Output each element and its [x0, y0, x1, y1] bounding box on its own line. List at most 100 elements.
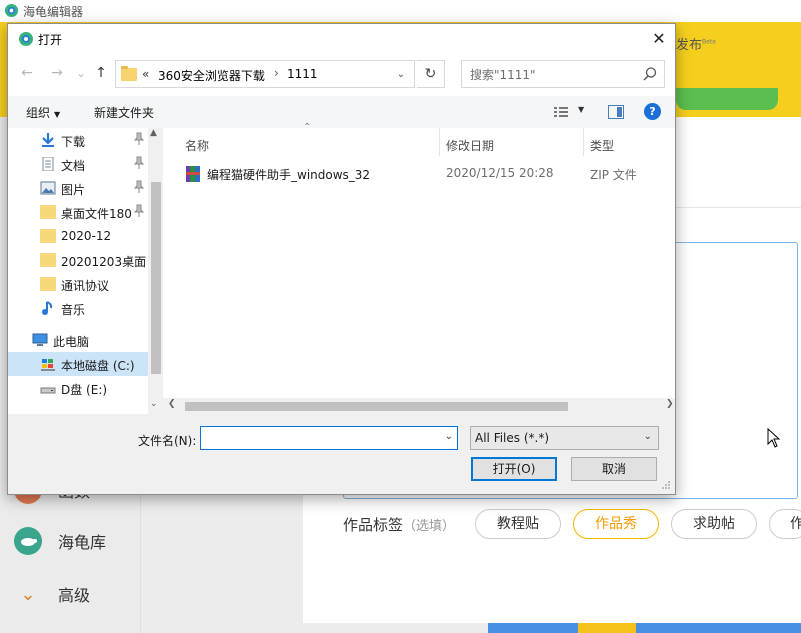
nav-item-label: 图片 [61, 183, 86, 197]
tags-label: 作品标签（选填） [343, 514, 455, 535]
view-options-caret-icon[interactable]: ▼ [578, 105, 584, 114]
green-header-button[interactable] [676, 88, 778, 110]
file-name: 编程猫硬件助手_windows_32 [207, 168, 371, 182]
refresh-icon: ↻ [424, 66, 437, 82]
drive-c-icon [41, 359, 55, 371]
nav-scroll-thumb[interactable] [151, 182, 161, 374]
file-modified: 2020/12/15 20:28 [446, 166, 554, 180]
chevron-down-icon: ⌄ [20, 583, 36, 605]
nav-item-label: 20201203桌面 [61, 255, 147, 269]
sidebar-item-label: 海龟库 [58, 533, 107, 552]
bottom-yellow-block [578, 623, 636, 633]
organize-button[interactable]: 组织 ▼ [26, 104, 60, 121]
address-overflow-chevron[interactable]: « [142, 67, 149, 81]
tag-help[interactable]: 求助帖 [671, 509, 757, 539]
back-button[interactable]: ← [18, 64, 36, 82]
nav-item-label: 音乐 [61, 303, 86, 317]
file-scroll-thumb[interactable] [185, 402, 568, 411]
drive-icon [40, 387, 56, 394]
nav-item-20201203-desktop[interactable]: 20201203桌面 [8, 248, 148, 272]
filetype-value: All Files (*.*) [475, 431, 550, 445]
forward-button[interactable]: → [48, 64, 66, 82]
computer-icon [32, 333, 48, 346]
breadcrumb-1111[interactable]: 1111 [287, 67, 318, 81]
nav-item-pictures[interactable]: 图片 [8, 176, 148, 200]
scroll-up-icon[interactable]: ▲ [150, 128, 157, 138]
recent-locations-button[interactable]: ⌄ [72, 64, 90, 82]
tag-showcase[interactable]: 作品秀 [573, 509, 659, 539]
nav-item-music[interactable]: 音乐 [8, 296, 148, 320]
view-details-icon[interactable] [553, 105, 569, 119]
document-icon [42, 157, 54, 171]
column-header-name[interactable]: 名称 [185, 128, 209, 156]
search-box[interactable] [461, 60, 665, 88]
column-header-modified[interactable]: 修改日期 [446, 128, 494, 156]
column-header-type[interactable]: 类型 [590, 128, 614, 156]
nav-item-downloads[interactable]: 下载 [8, 128, 148, 152]
pin-icon[interactable] [133, 204, 145, 218]
tag-tutorial[interactable]: 教程贴 [475, 509, 561, 539]
filename-input[interactable] [205, 430, 435, 446]
turtle-editor-logo-icon [19, 32, 33, 46]
arrow-left-icon: ← [21, 65, 33, 81]
chevron-down-icon[interactable]: ⌄ [445, 431, 453, 442]
folder-icon [40, 253, 56, 267]
turtle-shape-icon [21, 538, 37, 546]
help-button[interactable]: ? [644, 103, 661, 120]
filename-combobox[interactable]: ⌄ [200, 426, 458, 450]
tags-hint: （选填） [403, 519, 456, 534]
up-button[interactable]: ↑ [92, 64, 110, 82]
scroll-right-icon[interactable]: ❯ [666, 399, 674, 409]
open-button[interactable]: 打开(O) [471, 457, 557, 481]
new-folder-button[interactable]: 新建文件夹 [94, 104, 154, 121]
sort-ascending-icon: ⌃ [303, 122, 312, 133]
navigation-pane: 下载 文档 图片 桌面文件180 2020-12 20201203桌面 通讯协议… [8, 128, 163, 414]
nav-item-label: 2020-12 [61, 229, 112, 243]
scroll-left-icon[interactable]: ❮ [168, 399, 176, 409]
search-input[interactable] [470, 67, 640, 83]
file-horizontal-scrollbar[interactable]: ❮ ❯ [163, 398, 675, 414]
column-divider[interactable] [583, 128, 584, 156]
nav-item-label: 此电脑 [53, 335, 90, 349]
app-title: 海龟编辑器 [23, 5, 84, 19]
pin-icon[interactable] [133, 156, 145, 170]
publish-link[interactable]: 发布Beta [676, 34, 716, 53]
mouse-cursor-icon [767, 428, 781, 448]
refresh-button[interactable]: ↻ [417, 60, 445, 88]
close-button[interactable]: ✕ [643, 24, 675, 52]
nav-item-this-pc[interactable]: 此电脑 [8, 328, 148, 352]
nav-item-protocol[interactable]: 通讯协议 [8, 272, 148, 296]
dialog-title: 打开 [38, 33, 63, 47]
publish-superscript: Beta [702, 38, 716, 46]
resize-grip-icon[interactable] [661, 480, 671, 490]
breadcrumb-separator[interactable]: › [274, 66, 279, 80]
sidebar-item-advanced[interactable]: ⌄ 高级 [14, 579, 90, 609]
column-divider[interactable] [439, 128, 440, 156]
nav-item-label: D盘 (E:) [61, 383, 108, 397]
folder-icon [40, 229, 56, 243]
dialog-toolbar: 组织 ▼ 新建文件夹 ▼ ? [8, 96, 675, 128]
dialog-bottom-area: 文件名(N): ⌄ All Files (*.*) ⌄ 打开(O) 取消 [8, 414, 675, 494]
nav-item-2020-12[interactable]: 2020-12 [8, 224, 148, 248]
pin-icon[interactable] [133, 180, 145, 194]
turtle-icon [14, 527, 42, 555]
scroll-down-icon[interactable]: ⌄ [150, 399, 158, 409]
address-bar[interactable]: « 360安全浏览器下载 › 1111 ⌄ [115, 60, 415, 88]
filetype-select[interactable]: All Files (*.*) ⌄ [470, 426, 659, 450]
chevron-down-icon: ⌄ [396, 68, 406, 80]
caret-down-icon: ▼ [54, 110, 61, 119]
nav-item-local-disk-c[interactable]: 本地磁盘 (C:) [8, 352, 148, 376]
preview-pane-icon[interactable] [608, 105, 624, 119]
breadcrumb-360-download[interactable]: 360安全浏览器下载 [158, 67, 265, 84]
tag-more[interactable]: 作 [769, 509, 801, 539]
file-row[interactable]: 编程猫硬件助手_windows_32 2020/12/15 20:28 ZIP … [177, 163, 675, 185]
nav-item-documents[interactable]: 文档 [8, 152, 148, 176]
pin-icon[interactable] [133, 132, 145, 146]
close-icon: ✕ [652, 28, 666, 48]
nav-item-drive-e[interactable]: D盘 (E:) [8, 376, 148, 400]
address-dropdown-button[interactable]: ⌄ [392, 65, 410, 83]
nav-item-desktop-files-180[interactable]: 桌面文件180 [8, 200, 148, 224]
nav-item-label: 下载 [61, 135, 86, 149]
cancel-button[interactable]: 取消 [571, 457, 657, 481]
sidebar-item-turtle-lib[interactable]: 海龟库 [14, 526, 106, 556]
